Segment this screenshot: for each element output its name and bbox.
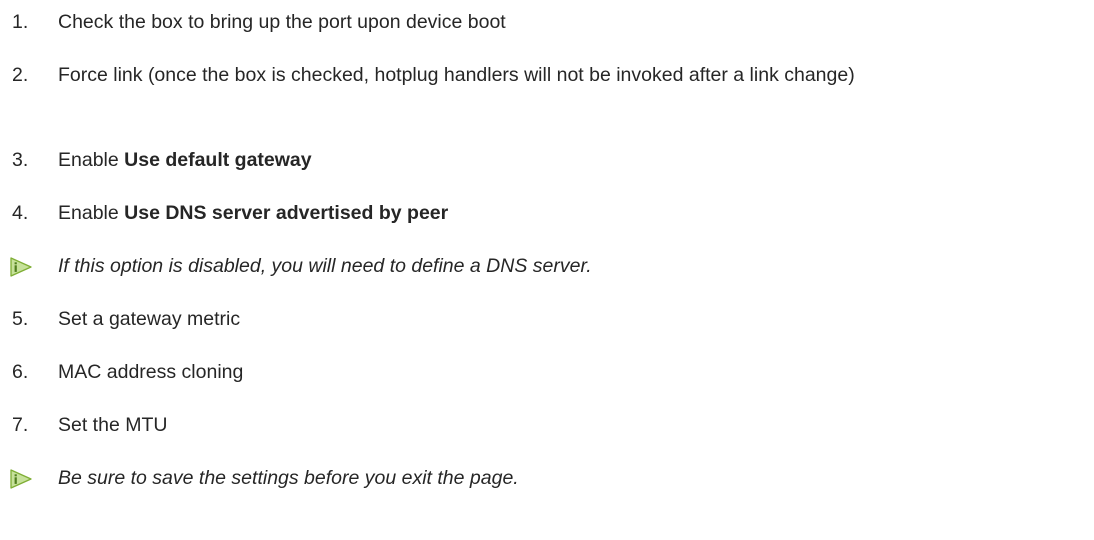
step-prefix: Enable <box>58 202 125 224</box>
ui-option-label: Use DNS server advertised by peer <box>124 202 449 224</box>
step-text: Enable Use DNS server advertised by peer <box>58 197 1080 229</box>
info-note-icon <box>10 257 32 277</box>
note-text: Be sure to save the settings before you … <box>58 467 519 489</box>
info-note-icon <box>10 469 32 489</box>
document-page: 1. Check the box to bring up the port up… <box>0 0 1094 540</box>
note-text: If this option is disabled, you will nee… <box>58 255 592 277</box>
step-text: Check the box to bring up the port upon … <box>58 11 506 33</box>
step-text: Enable Use default gateway <box>58 144 1080 176</box>
step-text: Force link (once the box is checked, hot… <box>58 64 855 86</box>
step-prefix: Enable <box>58 149 125 171</box>
step-number: 7. <box>12 414 29 436</box>
step-number: 1. <box>12 11 29 33</box>
step-number: 2. <box>12 64 29 86</box>
step-number: 5. <box>12 308 29 330</box>
step-text: MAC address cloning <box>58 361 244 383</box>
ui-option-label: Use default gateway <box>124 149 312 171</box>
step-number: 4. <box>12 202 29 224</box>
step-text: Set the MTU <box>58 414 168 436</box>
step-number: 3. <box>12 149 29 171</box>
step-text: Set a gateway metric <box>58 308 241 330</box>
step-number: 6. <box>12 361 29 383</box>
